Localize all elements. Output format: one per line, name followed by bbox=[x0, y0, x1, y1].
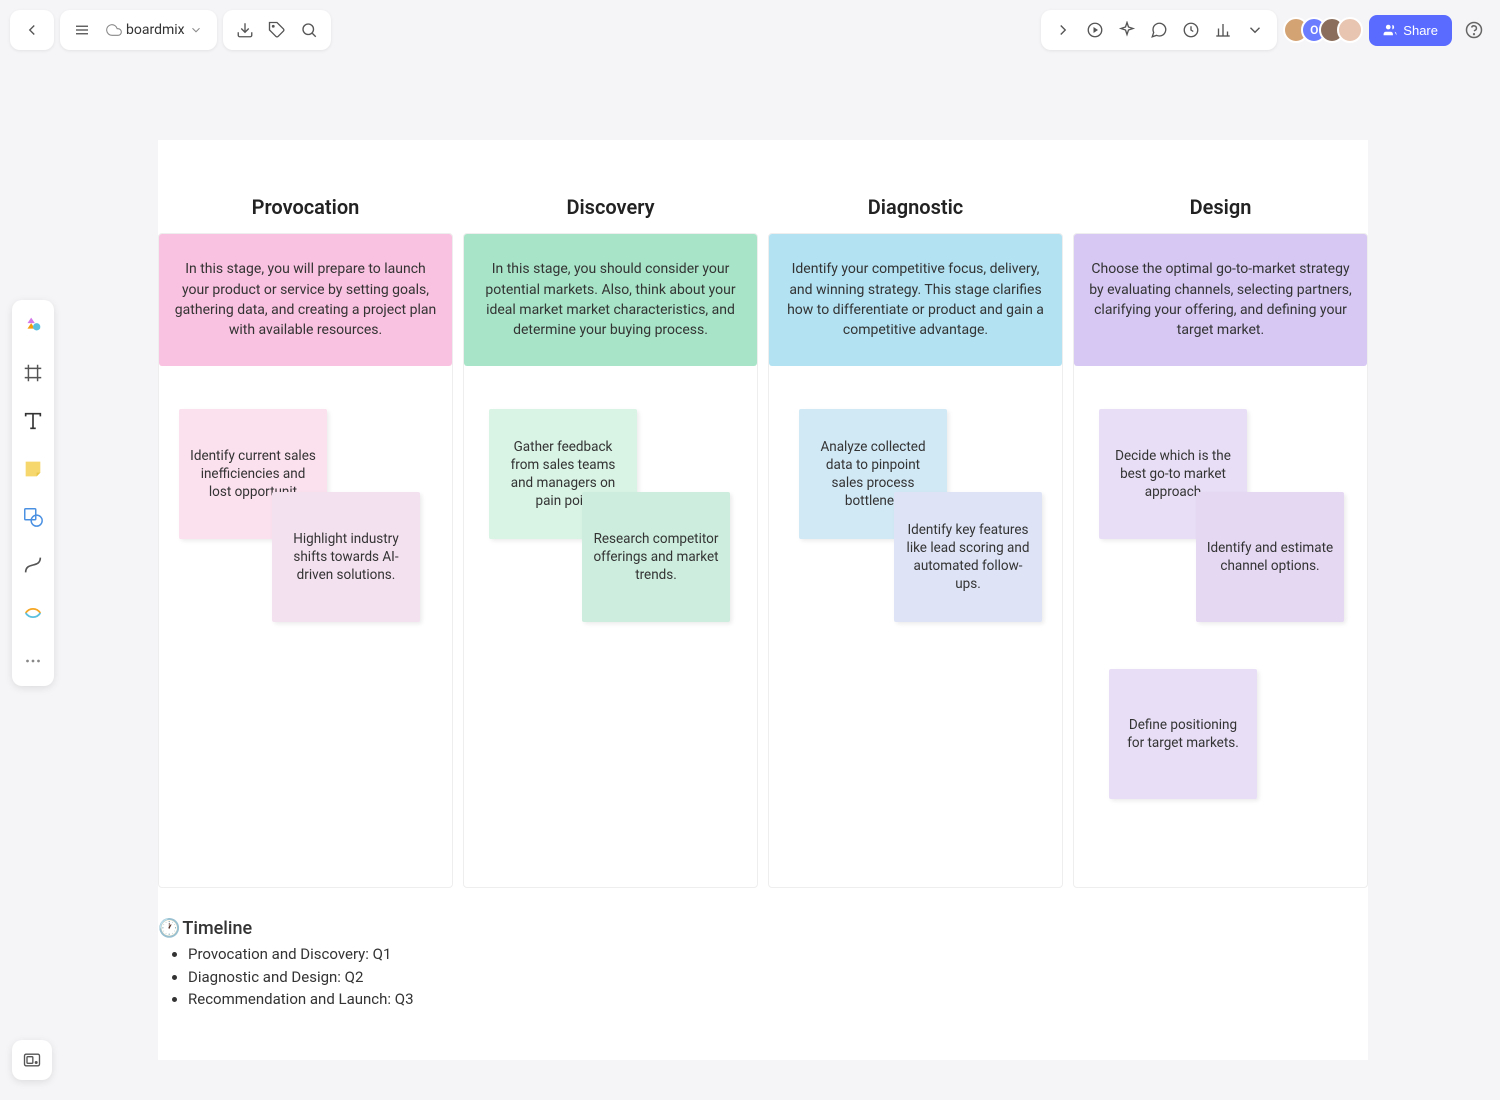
document-name[interactable]: boardmix bbox=[98, 22, 211, 38]
sticky-note[interactable]: Define positioning for target markets. bbox=[1109, 669, 1257, 799]
mindmap-icon bbox=[22, 602, 44, 624]
sticky-note[interactable]: Identify key features like lead scoring … bbox=[894, 492, 1042, 622]
sticky-note[interactable]: Identify and estimate channel options. bbox=[1196, 492, 1344, 622]
column-description[interactable]: In this stage, you will prepare to launc… bbox=[159, 234, 452, 366]
share-label: Share bbox=[1403, 23, 1438, 38]
share-button[interactable]: Share bbox=[1369, 15, 1452, 46]
sparkle-button[interactable] bbox=[1111, 14, 1143, 46]
columns-container: Provocation In this stage, you will prepa… bbox=[158, 140, 1368, 888]
mindmap-button[interactable] bbox=[16, 596, 50, 630]
chevron-right-icon bbox=[1054, 21, 1072, 39]
comment-button[interactable] bbox=[1143, 14, 1175, 46]
templates-button[interactable] bbox=[16, 308, 50, 342]
timeline-item[interactable]: Recommendation and Launch: Q3 bbox=[188, 988, 1368, 1011]
timeline-list: Provocation and Discovery: Q1Diagnostic … bbox=[188, 943, 1368, 1011]
sticky-note[interactable]: Highlight industry shifts towards AI-dri… bbox=[272, 492, 420, 622]
column-title[interactable]: Provocation bbox=[158, 195, 453, 219]
more-tools-button[interactable] bbox=[16, 644, 50, 678]
column-description[interactable]: Identify your competitive focus, deliver… bbox=[769, 234, 1062, 366]
cloud-icon bbox=[106, 22, 122, 38]
toolbar-right: O Share bbox=[1041, 10, 1490, 50]
frame-icon bbox=[22, 362, 44, 384]
menu-button[interactable] bbox=[66, 14, 98, 46]
search-button[interactable] bbox=[293, 14, 325, 46]
timeline-item[interactable]: Provocation and Discovery: Q1 bbox=[188, 943, 1368, 966]
text-icon bbox=[22, 410, 44, 432]
top-toolbar: boardmix bbox=[10, 10, 1490, 50]
download-button[interactable] bbox=[229, 14, 261, 46]
back-button[interactable] bbox=[16, 14, 48, 46]
sticky-note-button[interactable] bbox=[16, 452, 50, 486]
timeline-section: 🕐Timeline Provocation and Discovery: Q1D… bbox=[158, 918, 1368, 1011]
chart-icon bbox=[1214, 21, 1232, 39]
canvas-board[interactable]: Provocation In this stage, you will prepa… bbox=[158, 140, 1368, 1060]
help-icon bbox=[1464, 20, 1484, 40]
layers-icon bbox=[22, 1050, 42, 1070]
column-body[interactable]: Identify your competitive focus, deliver… bbox=[768, 233, 1063, 888]
column: Design Choose the optimal go-to-market st… bbox=[1073, 195, 1368, 888]
history-button[interactable] bbox=[1175, 14, 1207, 46]
search-icon bbox=[300, 21, 318, 39]
help-button[interactable] bbox=[1458, 14, 1490, 46]
tag-button[interactable] bbox=[261, 14, 293, 46]
layers-button[interactable] bbox=[12, 1040, 52, 1080]
tag-icon bbox=[268, 21, 286, 39]
shape-button[interactable] bbox=[16, 500, 50, 534]
clock-icon: 🕐 bbox=[158, 918, 180, 939]
column-title[interactable]: Diagnostic bbox=[768, 195, 1063, 219]
chevron-down-icon bbox=[189, 23, 203, 37]
shape-combo-icon bbox=[22, 506, 44, 528]
comment-icon bbox=[1150, 21, 1168, 39]
timeline-item[interactable]: Diagnostic and Design: Q2 bbox=[188, 966, 1368, 989]
play-icon bbox=[1086, 21, 1104, 39]
column-title[interactable]: Design bbox=[1073, 195, 1368, 219]
history-icon bbox=[1182, 21, 1200, 39]
column-body[interactable]: Choose the optimal go-to-market strategy… bbox=[1073, 233, 1368, 888]
sticky-note[interactable]: Research competitor offerings and market… bbox=[582, 492, 730, 622]
column: Discovery In this stage, you should consi… bbox=[463, 195, 758, 888]
side-toolbar bbox=[12, 300, 54, 686]
text-button[interactable] bbox=[16, 404, 50, 438]
expand-right-button[interactable] bbox=[1047, 14, 1079, 46]
column: Diagnostic Identify your competitive focu… bbox=[768, 195, 1063, 888]
toolbar-left: boardmix bbox=[10, 10, 331, 50]
dots-icon bbox=[22, 650, 44, 672]
column: Provocation In this stage, you will prepa… bbox=[158, 195, 453, 888]
timeline-title[interactable]: 🕐Timeline bbox=[158, 918, 1368, 939]
play-button[interactable] bbox=[1079, 14, 1111, 46]
avatar-group[interactable]: O bbox=[1283, 17, 1363, 43]
curve-icon bbox=[22, 554, 44, 576]
hamburger-icon bbox=[73, 21, 91, 39]
sparkle-icon bbox=[1118, 21, 1136, 39]
chart-button[interactable] bbox=[1207, 14, 1239, 46]
sticky-note-icon bbox=[22, 458, 44, 480]
column-title[interactable]: Discovery bbox=[463, 195, 758, 219]
document-name-text: boardmix bbox=[126, 22, 185, 38]
shapes-icon bbox=[22, 314, 44, 336]
download-icon bbox=[236, 21, 254, 39]
column-description[interactable]: Choose the optimal go-to-market strategy… bbox=[1074, 234, 1367, 366]
more-button[interactable] bbox=[1239, 14, 1271, 46]
column-description[interactable]: In this stage, you should consider your … bbox=[464, 234, 757, 366]
frame-button[interactable] bbox=[16, 356, 50, 390]
connector-button[interactable] bbox=[16, 548, 50, 582]
chevron-down-icon bbox=[1246, 21, 1264, 39]
column-body[interactable]: In this stage, you should consider your … bbox=[463, 233, 758, 888]
people-icon bbox=[1383, 23, 1397, 37]
avatar[interactable] bbox=[1337, 17, 1363, 43]
chevron-left-icon bbox=[23, 21, 41, 39]
column-body[interactable]: In this stage, you will prepare to launc… bbox=[158, 233, 453, 888]
